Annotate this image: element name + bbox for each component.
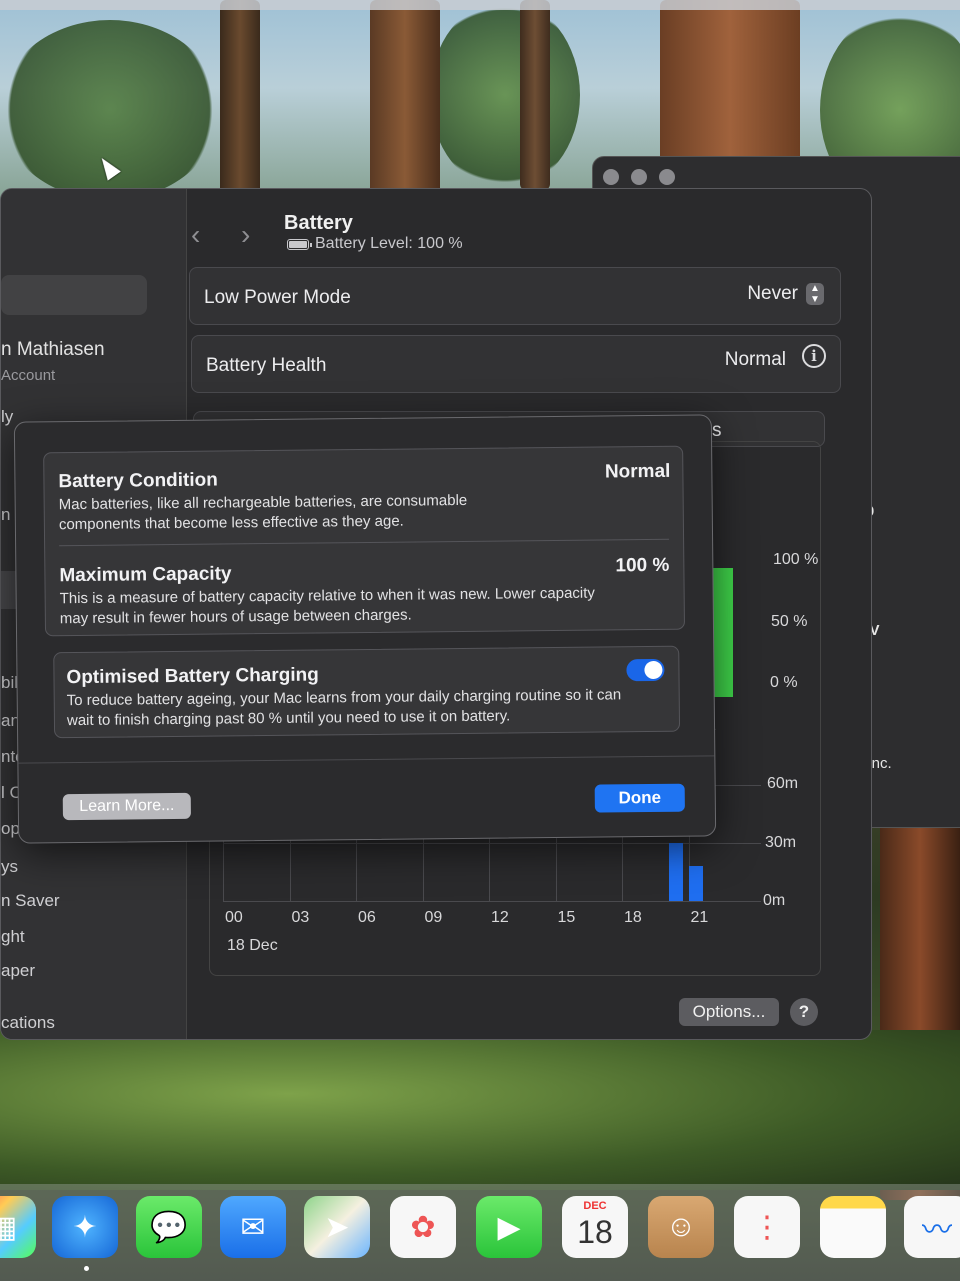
wallpaper-ground xyxy=(0,1030,960,1190)
info-icon[interactable]: i xyxy=(802,344,826,368)
sheet-divider xyxy=(18,755,715,764)
battery-condition-description: Mac batteries, like all rechargeable bat… xyxy=(58,491,468,534)
calendar-icon[interactable]: DEC 18 xyxy=(562,1196,628,1258)
sidebar-account-name[interactable]: n Mathiasen xyxy=(1,339,105,361)
battery-health-value: Normal xyxy=(724,349,786,370)
popup-stepper-icon[interactable]: ▲ ▼ xyxy=(806,283,824,305)
reminders-icon[interactable]: ⋮ xyxy=(734,1196,800,1258)
battery-level-bar xyxy=(728,567,733,697)
y-tick-label: 30m xyxy=(765,834,797,851)
done-button[interactable]: Done xyxy=(594,783,685,813)
wallpaper-tree-trunk xyxy=(370,0,440,210)
options-button[interactable]: Options... xyxy=(679,998,779,1026)
chart-date-label: 18 Dec xyxy=(227,937,278,954)
optimised-charging-title: Optimised Battery Charging xyxy=(66,664,319,689)
safari-icon[interactable]: ✦ xyxy=(52,1196,118,1258)
sidebar-search-field[interactable] xyxy=(1,275,147,315)
toggle-knob xyxy=(644,660,663,680)
optimised-charging-toggle[interactable] xyxy=(626,658,665,682)
sidebar-item[interactable]: cations xyxy=(1,1013,55,1033)
y-tick-label: 50 % xyxy=(771,613,808,630)
calendar-month: DEC xyxy=(583,1200,607,1212)
x-tick-label: 21 xyxy=(690,909,709,926)
mail-icon[interactable]: ✉ xyxy=(220,1196,286,1258)
messages-icon[interactable]: 💬 xyxy=(136,1196,202,1258)
sidebar-item[interactable]: ly xyxy=(1,407,13,427)
x-tick-label: 18 xyxy=(624,909,642,926)
battery-level-status: Battery Level: 100 % xyxy=(287,235,463,253)
page-title: Battery xyxy=(284,212,353,234)
y-tick-label: 0 % xyxy=(770,674,798,691)
learn-more-button[interactable]: Learn More... xyxy=(62,792,191,821)
low-power-mode-row: Low Power Mode Never ▲ ▼ xyxy=(189,267,841,325)
battery-condition-value: Normal xyxy=(604,460,671,483)
low-power-mode-select[interactable]: Never xyxy=(747,283,798,305)
help-button[interactable]: ? xyxy=(790,998,818,1026)
segmented-control-label: s xyxy=(712,420,722,441)
x-tick-label: 12 xyxy=(491,909,509,926)
sidebar-account-subtitle: Account xyxy=(1,367,56,384)
wallpaper-tree-trunk xyxy=(520,0,550,190)
menu-bar[interactable] xyxy=(0,0,960,10)
battery-icon xyxy=(287,238,312,250)
y-tick-label: 60m xyxy=(767,775,799,792)
x-tick-label: 15 xyxy=(557,909,576,926)
sidebar-item[interactable]: aper xyxy=(1,961,35,981)
forward-chevron-icon[interactable]: › xyxy=(241,219,250,251)
facetime-icon[interactable]: ▶ xyxy=(476,1196,542,1258)
notes-icon[interactable] xyxy=(820,1196,886,1258)
battery-condition-title: Battery Condition xyxy=(58,469,218,493)
chart-gridline xyxy=(223,901,761,902)
back-chevron-icon[interactable]: ‹ xyxy=(191,219,200,251)
sidebar-item[interactable]: n Saver xyxy=(1,891,60,911)
x-tick-label: 03 xyxy=(291,909,310,926)
x-tick-label: 00 xyxy=(225,909,243,926)
freeform-icon[interactable]: 〰 xyxy=(904,1196,960,1258)
zoom-window-icon[interactable] xyxy=(659,169,675,185)
battery-health-row: Battery Health Normal i xyxy=(191,335,841,393)
battery-info-card: Battery Condition Normal Mac batteries, … xyxy=(43,445,686,637)
minimize-window-icon[interactable] xyxy=(631,169,647,185)
dock: ▦ ✦ 💬 ✉ ➤ ✿ ▶ DEC 18 ☺ ⋮ 〰 xyxy=(0,1184,960,1281)
y-tick-label: 0m xyxy=(763,892,786,909)
battery-level-text: Battery Level: 100 % xyxy=(315,235,463,252)
optimised-charging-card: Optimised Battery Charging To reduce bat… xyxy=(53,645,681,739)
sidebar-item[interactable]: n xyxy=(1,505,10,525)
sidebar-item[interactable]: ght xyxy=(1,927,25,947)
maps-icon[interactable]: ➤ xyxy=(304,1196,370,1258)
wallpaper-tree-trunk xyxy=(220,0,260,200)
battery-health-label: Battery Health xyxy=(206,355,327,376)
close-window-icon[interactable] xyxy=(603,169,619,185)
card-divider xyxy=(59,538,670,547)
x-tick-label: 06 xyxy=(358,909,376,926)
maximum-capacity-description: This is a measure of battery capacity re… xyxy=(59,584,595,628)
sidebar-item[interactable]: ys xyxy=(1,857,18,877)
y-tick-label: 100 % xyxy=(773,551,819,568)
photos-icon[interactable]: ✿ xyxy=(390,1196,456,1258)
battery-health-sheet: Battery Condition Normal Mac batteries, … xyxy=(13,414,717,844)
optimised-charging-description: To reduce battery ageing, your Mac learn… xyxy=(66,686,622,730)
maximum-capacity-value: 100 % xyxy=(615,554,670,577)
x-tick-label: 09 xyxy=(424,909,443,926)
wallpaper-tree-trunk xyxy=(660,0,800,180)
low-power-mode-label: Low Power Mode xyxy=(204,287,351,308)
calendar-day: 18 xyxy=(577,1214,613,1250)
usage-bar xyxy=(668,843,683,901)
wallpaper-foliage xyxy=(430,0,580,190)
contacts-icon[interactable]: ☺ xyxy=(648,1196,714,1258)
maximum-capacity-title: Maximum Capacity xyxy=(59,563,232,587)
running-app-indicator xyxy=(84,1266,89,1271)
usage-bar xyxy=(688,866,703,901)
launchpad-icon[interactable]: ▦ xyxy=(0,1196,36,1258)
